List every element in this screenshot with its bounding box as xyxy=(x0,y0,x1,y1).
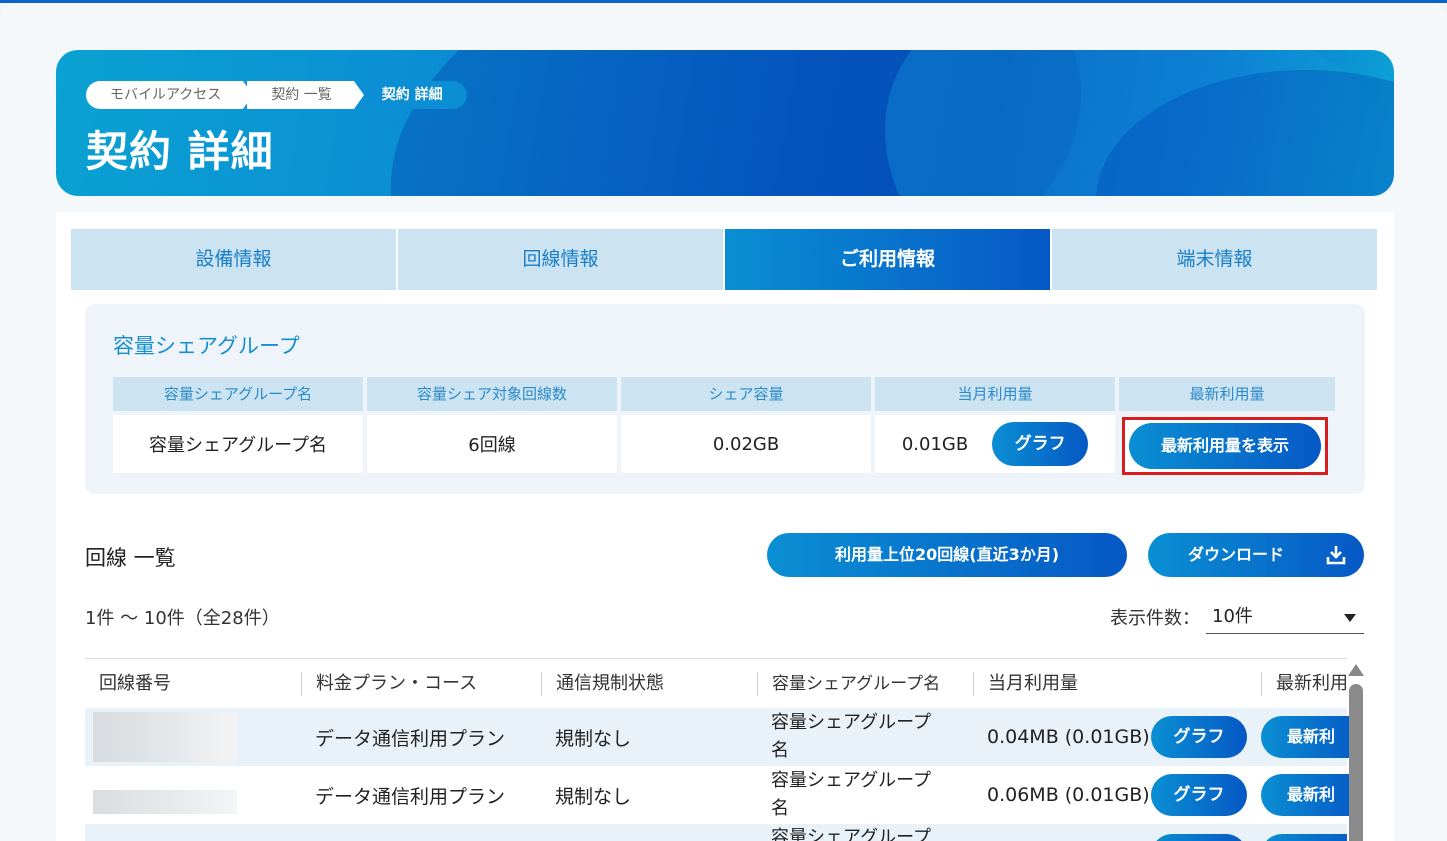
table-header: 容量シェアグループ名 容量シェア対象回線数 シェア容量 当月利用量 最新利用量 xyxy=(113,377,1339,411)
tab-line-info[interactable]: 回線情報 xyxy=(398,229,723,290)
top20-lines-button[interactable]: 利用量上位20回線(直近3か月) xyxy=(767,533,1127,577)
monthly-usage-value: 0.01GB xyxy=(901,433,969,455)
latest-cell xyxy=(1261,824,1347,841)
column-header: 容量シェア対象回線数 xyxy=(367,377,617,411)
highlight-box: 最新利用量を表示 xyxy=(1122,417,1328,475)
column-header: シェア容量 xyxy=(621,377,871,411)
tab-device-info[interactable]: 端末情報 xyxy=(1052,229,1377,290)
page-title: 契約 詳細 xyxy=(86,127,274,176)
masked-line-number xyxy=(93,712,237,762)
tab-usage-info[interactable]: ご利用情報 xyxy=(725,229,1050,290)
tab-equipment-info[interactable]: 設備情報 xyxy=(71,229,396,290)
download-button[interactable]: ダウンロード xyxy=(1148,533,1364,577)
column-header[interactable]: 回線番号 xyxy=(85,672,301,696)
main-content: 設備情報 回線情報 ご利用情報 端末情報 容量シェアグループ 容量シェアグループ… xyxy=(56,212,1394,841)
line-number-cell xyxy=(85,712,301,762)
monthly-usage-cell: 0.01GB グラフ xyxy=(875,415,1115,473)
per-page-select[interactable]: 10件 xyxy=(1206,600,1364,634)
column-header[interactable]: 料金プラン・コース xyxy=(301,671,541,696)
tab-bar: 設備情報 回線情報 ご利用情報 端末情報 xyxy=(71,229,1379,290)
group-name-line1: 容量シェアグループ xyxy=(771,827,932,841)
usage-value: 0.06MB (0.01GB) xyxy=(987,784,1150,806)
column-header: 当月利用量 xyxy=(875,377,1115,411)
graph-button[interactable] xyxy=(1151,834,1247,841)
group-name-line2: 名 xyxy=(771,740,789,761)
group-name-line2: 名 xyxy=(771,798,789,819)
column-header[interactable]: 通信規制状態 xyxy=(541,671,757,696)
column-header[interactable]: 最新利用 xyxy=(1261,671,1347,696)
download-icon xyxy=(1326,546,1346,565)
breadcrumb-contract-list[interactable]: 契約 一覧 xyxy=(247,81,365,109)
share-line-count: 6回線 xyxy=(367,415,617,473)
column-header[interactable]: 容量シェアグループ名 xyxy=(757,671,973,696)
usage-cell: 0.06MB (0.01GB) グラフ xyxy=(973,774,1261,816)
usage-cell: 0.04MB (0.01GB) グラフ xyxy=(973,716,1261,758)
column-header: 最新利用量 xyxy=(1119,377,1335,411)
group-cell: 容量シェアグループ xyxy=(757,824,973,841)
group-cell: 容量シェアグループ 名 xyxy=(757,767,973,823)
show-latest-button[interactable]: 最新利 xyxy=(1261,774,1361,816)
table-row[interactable]: 容量シェアグループ xyxy=(85,824,1347,841)
column-header: 容量シェアグループ名 xyxy=(113,377,363,411)
scroll-up-arrow-icon[interactable] xyxy=(1348,664,1364,676)
graph-button[interactable]: グラフ xyxy=(1151,774,1247,816)
status-cell: 規制なし xyxy=(555,785,632,808)
scroll-thumb[interactable] xyxy=(1349,684,1363,841)
share-group-table: 容量シェアグループ名 容量シェア対象回線数 シェア容量 当月利用量 最新利用量 … xyxy=(113,377,1339,475)
group-cell: 容量シェアグループ 名 xyxy=(757,709,973,765)
latest-usage-cell: 最新利用量を表示 xyxy=(1119,415,1335,475)
table-row[interactable]: データ通信利用プラン 規制なし 容量シェアグループ 名 0.06MB (0.01… xyxy=(85,766,1361,824)
result-count: 1件 〜 10件（全28件） xyxy=(85,608,280,629)
show-latest-button[interactable] xyxy=(1261,834,1347,841)
group-name-line1: 容量シェアグループ xyxy=(771,770,932,791)
table-header: 回線番号 料金プラン・コース 通信規制状態 容量シェアグループ名 当月利用量 最… xyxy=(85,658,1347,708)
plan-cell: データ通信利用プラン xyxy=(315,785,506,808)
lines-table: 回線番号 料金プラン・コース 通信規制状態 容量シェアグループ名 当月利用量 最… xyxy=(85,658,1361,841)
share-group-panel: 容量シェアグループ 容量シェアグループ名 容量シェア対象回線数 シェア容量 当月… xyxy=(85,304,1365,494)
group-name-line1: 容量シェアグループ xyxy=(771,712,932,733)
lines-list-title: 回線 一覧 xyxy=(85,546,176,570)
header-banner: モバイルアクセス 契約 一覧 契約 詳細 契約 詳細 xyxy=(56,50,1394,196)
table-scrollbar[interactable] xyxy=(1348,664,1364,841)
show-latest-button[interactable]: 最新利 xyxy=(1261,716,1361,758)
share-group-name: 容量シェアグループ名 xyxy=(113,415,363,473)
share-group-title: 容量シェアグループ xyxy=(113,334,300,358)
usage-value: 0.04MB (0.01GB) xyxy=(987,726,1150,748)
table-row[interactable]: データ通信利用プラン 規制なし 容量シェアグループ 名 0.04MB (0.01… xyxy=(85,708,1361,766)
line-number-cell xyxy=(85,776,301,814)
share-capacity: 0.02GB xyxy=(621,415,871,473)
show-latest-usage-button[interactable]: 最新利用量を表示 xyxy=(1129,423,1321,469)
breadcrumb-mobile-access[interactable]: モバイルアクセス xyxy=(86,81,254,109)
per-page-label: 表示件数： xyxy=(1110,608,1200,629)
breadcrumb: モバイルアクセス 契約 一覧 契約 詳細 xyxy=(86,81,471,109)
status-cell: 規制なし xyxy=(555,727,632,750)
latest-cell: 最新利 xyxy=(1261,774,1361,816)
graph-button[interactable]: グラフ xyxy=(1151,716,1247,758)
graph-button[interactable]: グラフ xyxy=(992,422,1089,466)
per-page-value: 10件 xyxy=(1212,606,1253,627)
download-label: ダウンロード xyxy=(1187,545,1284,564)
plan-cell: データ通信利用プラン xyxy=(315,727,506,750)
dropdown-arrow-icon xyxy=(1344,614,1356,622)
latest-cell: 最新利 xyxy=(1261,716,1361,758)
table-row: 容量シェアグループ名 6回線 0.02GB 0.01GB グラフ 最新利用量を表… xyxy=(113,411,1339,475)
column-header[interactable]: 当月利用量 xyxy=(973,671,1261,696)
usage-cell xyxy=(973,824,1261,841)
masked-line-number xyxy=(93,790,237,814)
breadcrumb-contract-detail: 契約 詳細 xyxy=(357,81,467,109)
